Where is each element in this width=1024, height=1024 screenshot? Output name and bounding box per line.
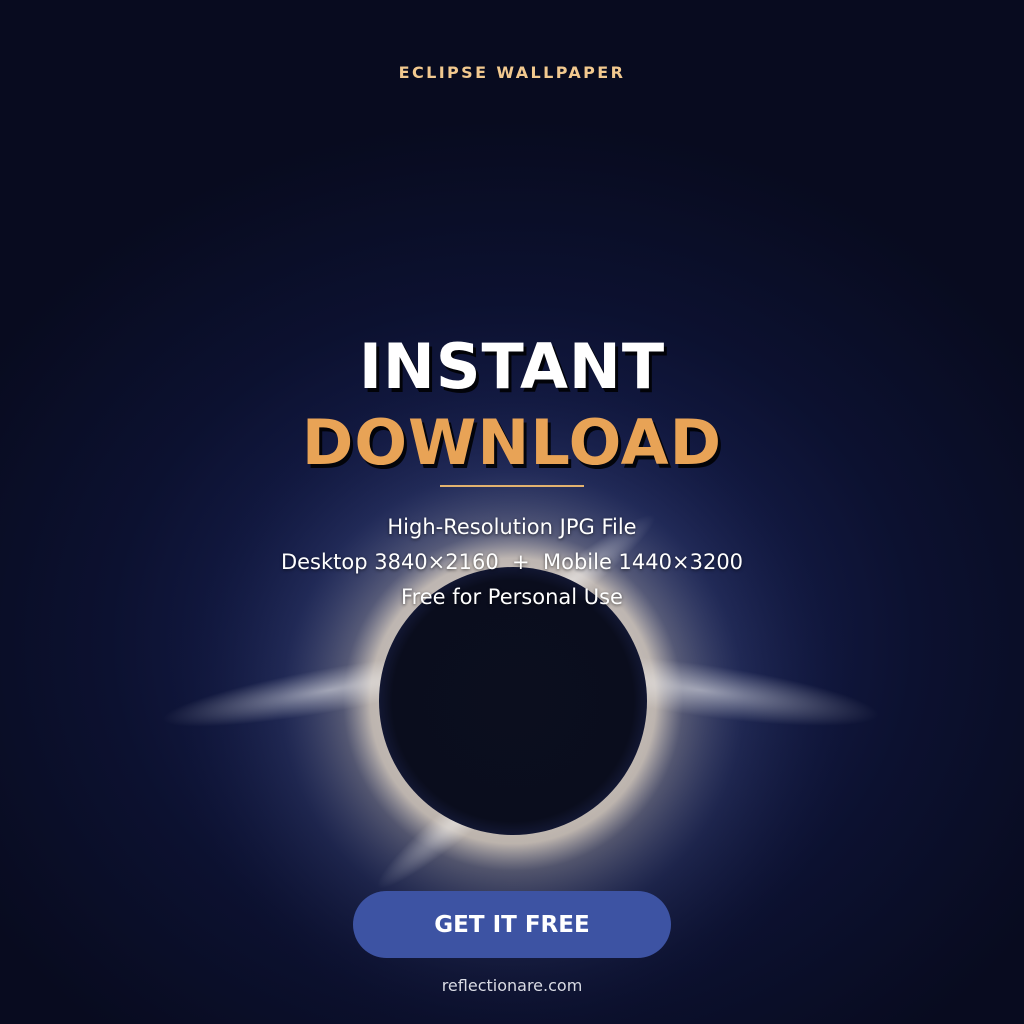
divider-rule (440, 485, 584, 487)
wallpaper-promo-canvas: ECLIPSE WALLPAPER INSTANT DOWNLOAD High-… (0, 0, 1024, 1024)
detail-license: Free for Personal Use (401, 585, 623, 609)
eyebrow-title: ECLIPSE WALLPAPER (398, 63, 626, 82)
footer-website[interactable]: reflectionare.com (0, 976, 1024, 995)
headline-download: DOWNLOAD (301, 406, 723, 479)
eclipse-illustration (162, 361, 879, 1024)
headline-instant: INSTANT (358, 330, 666, 403)
detail-file-type: High-Resolution JPG File (387, 515, 637, 539)
get-it-free-label: GET IT FREE (434, 911, 590, 938)
get-it-free-button[interactable]: GET IT FREE (353, 891, 671, 958)
detail-resolutions: Desktop 3840×2160 + Mobile 1440×3200 (280, 550, 744, 574)
